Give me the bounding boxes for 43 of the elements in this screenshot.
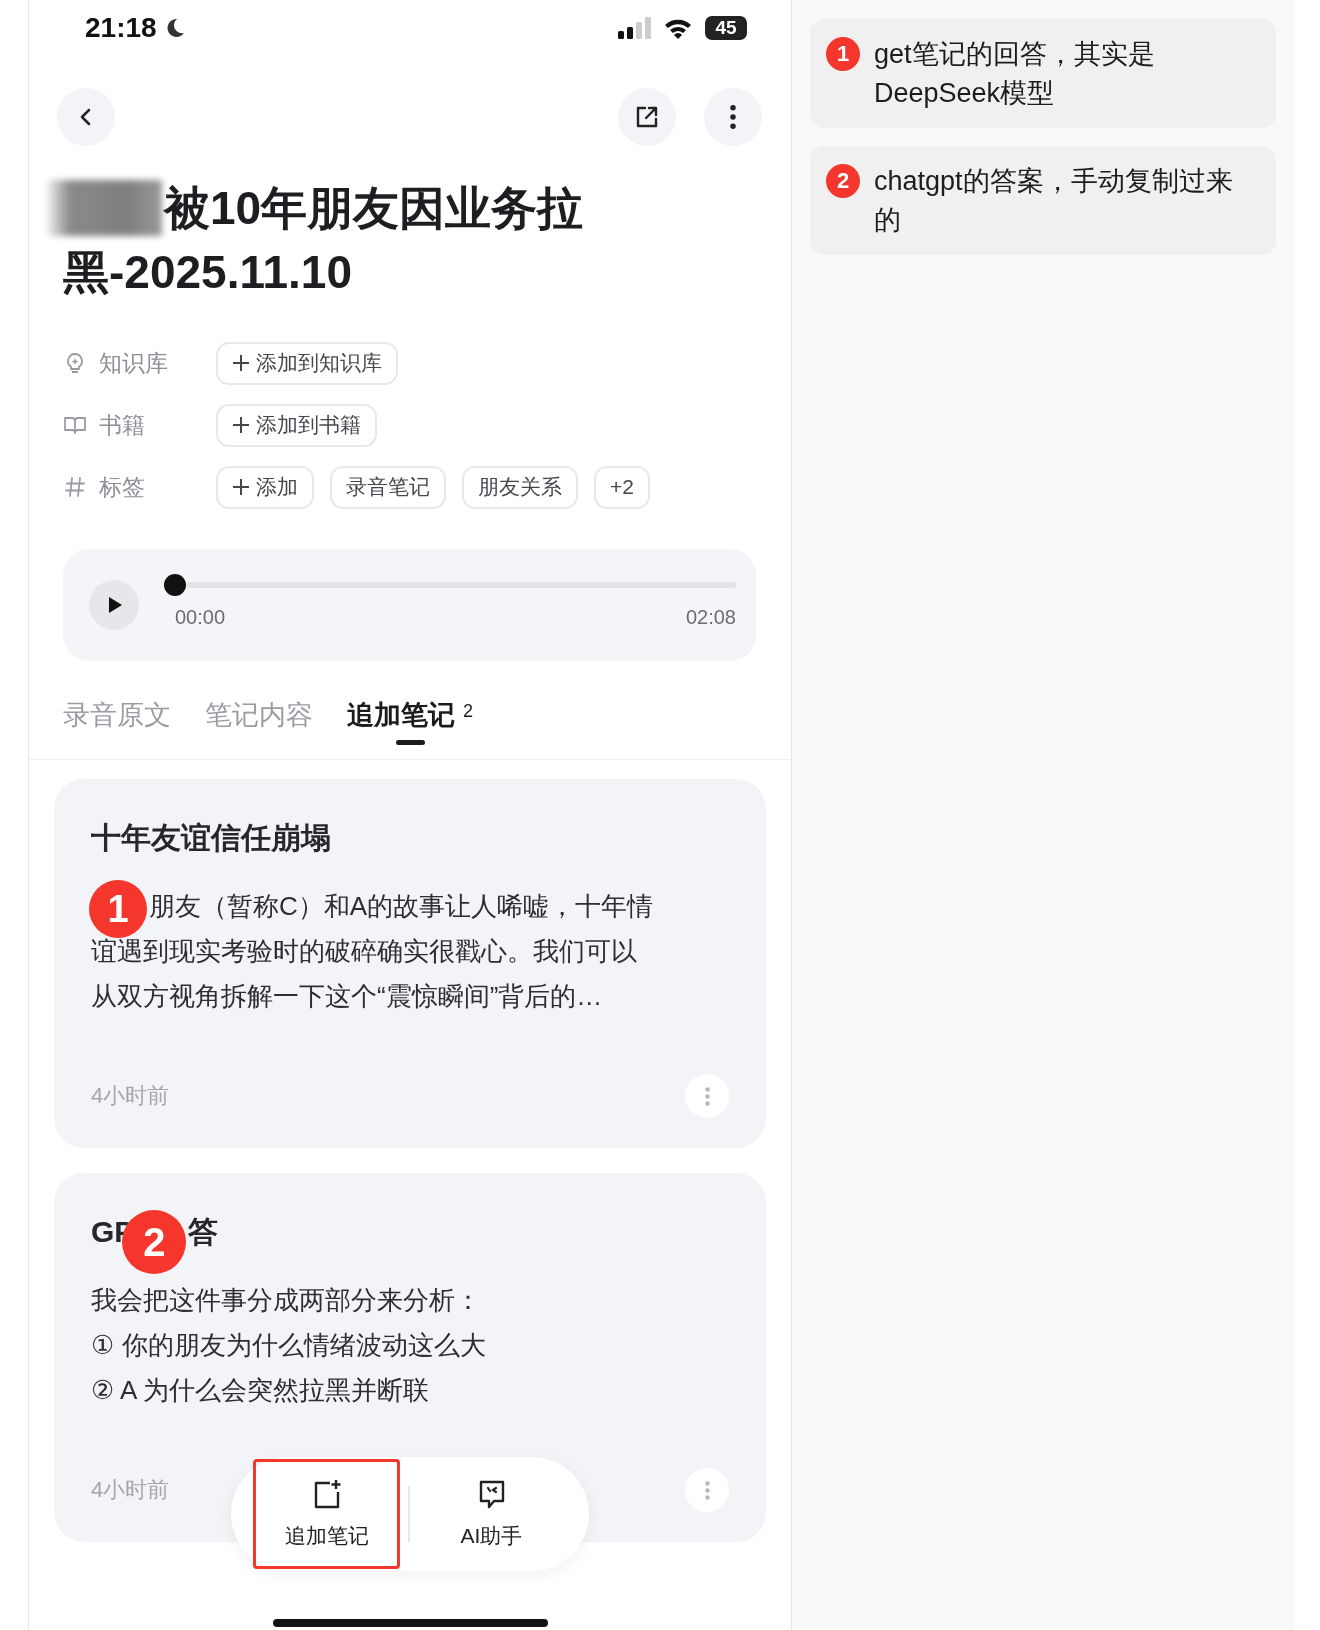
more-icon [704, 1086, 710, 1106]
add-chip[interactable]: 添加到书籍 [216, 403, 377, 447]
add-chip[interactable]: 添加到知识库 [216, 341, 398, 385]
plus-icon [232, 478, 250, 496]
note-title: 被10年朋友因业务拉黑-2025.11.10 [63, 181, 585, 300]
card-title: 答 [188, 1214, 219, 1250]
number-badge: 1 [89, 880, 147, 938]
timestamp: 4小时前 [91, 1082, 170, 1110]
highlighted-button[interactable]: 追加笔记 [253, 1459, 400, 1569]
plus-icon [232, 416, 250, 434]
field-label: 标签 [99, 472, 145, 502]
current-time: 00:00 [175, 605, 226, 629]
card-text: 朋友（暂称C）和A的故事让人唏嘘，十年情 [149, 890, 654, 923]
play-button[interactable] [89, 580, 139, 630]
duration-time: 02:08 [685, 605, 736, 629]
tag-chip[interactable]: 朋友关系 [462, 465, 578, 509]
number-badge: 2 [826, 164, 860, 198]
progress-thumb[interactable] [164, 573, 186, 596]
card-text: ① 你的朋友为什么情绪波动这么大 [91, 1329, 486, 1362]
timestamp: 4小时前 [91, 1476, 170, 1504]
clock-time: 21:18 [85, 12, 157, 44]
tab[interactable]: 追加笔记 2 [347, 697, 473, 745]
more-icon [704, 1480, 710, 1500]
field-label: 知识库 [99, 348, 168, 378]
tag-chip[interactable]: +2 [594, 465, 650, 509]
signal-icon [617, 17, 651, 39]
card-text: 谊遇到现实考验时的破碎确实很戳心。我们可以 [91, 935, 637, 968]
card-text: 我会把这件事分成两部分来分析： [91, 1284, 481, 1317]
tag-chip[interactable]: 录音笔记 [330, 465, 446, 509]
toolbar-button[interactable]: AI助手 [418, 1459, 565, 1569]
annotation-text: get笔记的回答，其实是DeepSeek模型 [874, 38, 1156, 110]
annotation-text: chatgpt的答案，手动复制过来的 [874, 165, 1234, 237]
number-badge: 1 [826, 37, 860, 71]
more-icon [730, 105, 736, 129]
card-text: 从双方视角拆解一下这个“震惊瞬间”背后的… [91, 980, 603, 1013]
add-chip[interactable]: 添加 [216, 465, 314, 509]
card-text: ② A 为什么会突然拉黑并断联 [91, 1374, 430, 1407]
card-title: 十年友谊信任崩塌 [91, 820, 331, 856]
field-label: 书籍 [99, 410, 145, 440]
battery-indicator: 45 [705, 16, 747, 40]
hash-icon [63, 475, 87, 499]
plus-icon [232, 354, 250, 372]
wifi-icon [663, 17, 693, 39]
